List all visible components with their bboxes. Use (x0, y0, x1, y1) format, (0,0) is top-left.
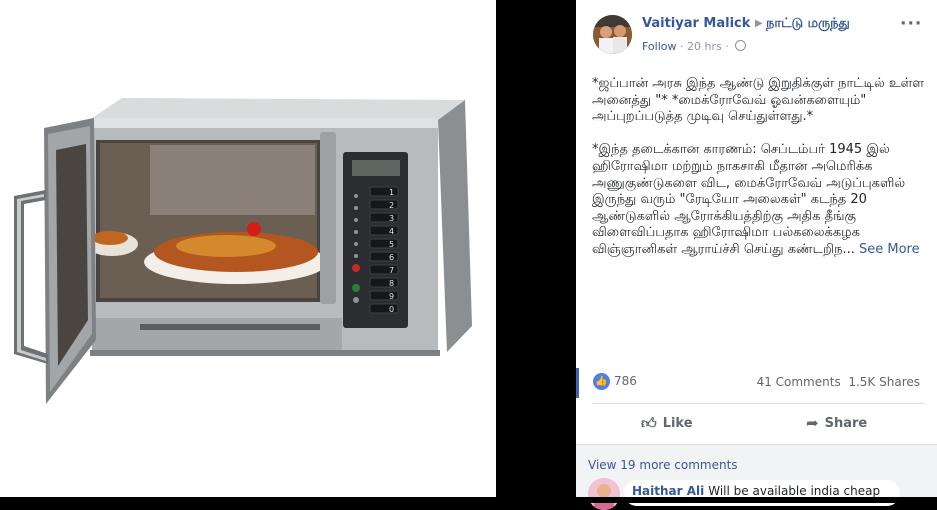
share-label: Share (824, 416, 868, 431)
share-arrow-icon: ➦ (806, 414, 819, 432)
post-paragraph-1: *ஜப்பான் அரசு இந்த ஆண்டு இறுதிக்குள் நாட… (592, 76, 925, 125)
thumbs-up-icon[interactable]: 👍 (593, 373, 610, 390)
like-label: Like (662, 416, 693, 431)
comments-section: View 19 more comments Haithar Ali Will be… (576, 445, 937, 510)
comments-count-link[interactable]: 41 Comments (757, 375, 841, 389)
keypad-label-9: 9 (389, 292, 394, 301)
keypad-label-8: 8 (389, 279, 394, 288)
keypad-label-7: 7 (389, 266, 394, 275)
share-button[interactable]: ➦ Share (806, 414, 867, 432)
page-name-link[interactable]: நாட்டு மருந்து (766, 16, 850, 32)
keypad-label-3: 3 (389, 214, 394, 223)
reaction-count[interactable]: 786 (614, 374, 637, 388)
post-paragraph-2-text: *இந்த தடைக்கான காரணம்: செப்டம்பர் 1945 இ… (592, 142, 906, 257)
more-options-icon[interactable]: ··· (900, 14, 922, 34)
like-button[interactable]: 👍︎ Like (641, 414, 693, 433)
thumbs-up-icon: 👍︎ (641, 414, 657, 432)
shares-count-link[interactable]: 1.5K Shares (848, 375, 920, 389)
keypad-label-5: 5 (389, 240, 394, 249)
keypad-label-6: 6 (389, 253, 394, 262)
triangle-right-icon: ▶ (755, 18, 763, 29)
focus-indicator (576, 368, 579, 398)
comment-text: Haithar Ali Will be available india cheap (632, 484, 880, 498)
engagement-counts: 41 Comments 1.5K Shares (757, 375, 920, 389)
view-more-comments-link[interactable]: View 19 more comments (588, 458, 738, 472)
post-paragraph-2: *இந்த தடைக்கான காரணம்: செப்டம்பர் 1945 இ… (592, 142, 932, 258)
post-card: Vaitiyar Malick ▶ நாட்டு மருந்து ··· Fol… (576, 0, 937, 510)
author-name-link[interactable]: Vaitiyar Malick (642, 16, 750, 31)
see-more-link[interactable]: See More (859, 242, 920, 257)
commenter-avatar[interactable] (588, 478, 620, 510)
keypad-label-2: 2 (389, 201, 394, 210)
globe-icon (735, 40, 747, 51)
post-meta: Follow · 20 hrs · (642, 40, 747, 53)
viewer-bottom-edge (0, 497, 937, 503)
commenter-name-link[interactable]: Haithar Ali (632, 484, 704, 498)
author-avatar[interactable] (593, 15, 632, 54)
microwave-oven-image: 1 2 3 4 5 6 7 8 9 0 (14, 98, 472, 404)
post-time[interactable]: 20 hrs (687, 40, 722, 53)
follow-link[interactable]: Follow (642, 40, 677, 53)
post-photo[interactable]: 1 2 3 4 5 6 7 8 9 0 (0, 0, 496, 497)
keypad-label-4: 4 (389, 227, 394, 236)
comment-body: Will be available india cheap (708, 484, 881, 498)
keypad-label-1: 1 (389, 188, 394, 197)
keypad-label-0: 0 (389, 305, 394, 314)
post-body: *ஜப்பான் அரசு இந்த ஆண்டு இறுதிக்குள் நாட… (592, 76, 932, 275)
divider (592, 403, 925, 404)
